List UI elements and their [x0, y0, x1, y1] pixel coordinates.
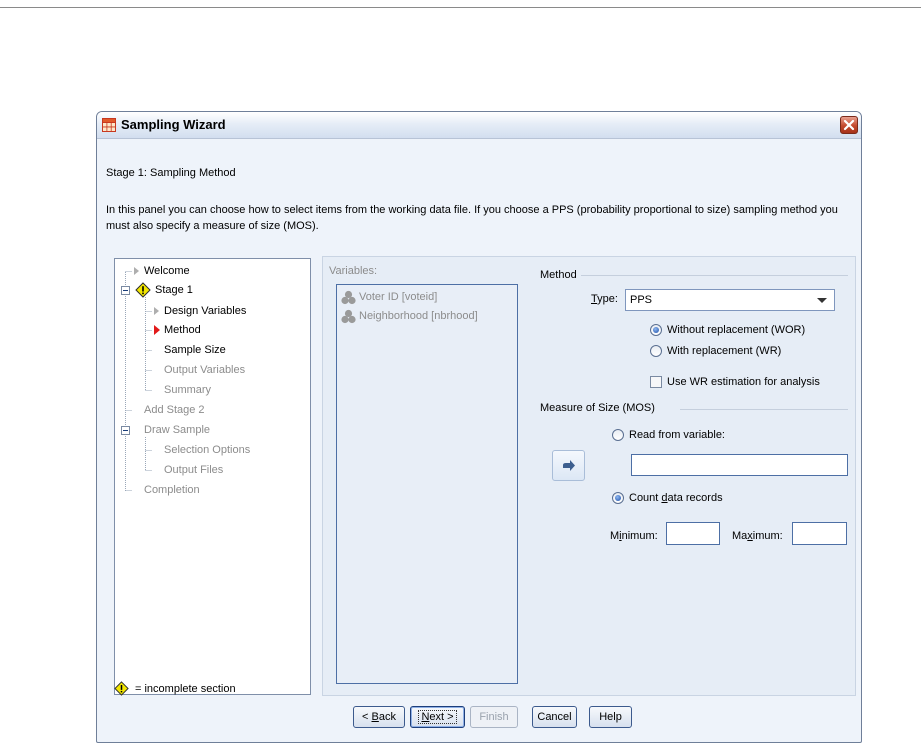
page-top-rule: [0, 7, 921, 8]
move-variable-button[interactable]: [552, 450, 585, 481]
collapse-draw-sample-icon[interactable]: [121, 426, 130, 435]
mos-group-divider: [680, 409, 848, 410]
mos-group-label: Measure of Size (MOS): [540, 402, 655, 414]
close-icon: [843, 119, 855, 131]
use-wr-estimation-checkbox[interactable]: [650, 376, 662, 388]
window-title: Sampling Wizard: [121, 117, 226, 132]
tree-item-sample-size[interactable]: Sample Size: [164, 344, 226, 356]
wizard-step-tree: Welcome Stage 1 Design Variables Method …: [114, 258, 311, 695]
tree-item-selection-options: Selection Options: [164, 444, 251, 456]
type-label: Type:: [591, 293, 618, 305]
nominal-variable-icon: [341, 290, 356, 305]
incomplete-warning-icon: [135, 282, 151, 298]
tree-item-draw-sample: Draw Sample: [144, 424, 211, 436]
tree-item-output-variables: Output Variables: [164, 364, 246, 376]
minimum-field[interactable]: [666, 522, 720, 545]
arrow-right-icon: [563, 460, 575, 471]
tree-item-output-files: Output Files: [164, 464, 224, 476]
type-dropdown[interactable]: PPS: [625, 289, 835, 311]
with-replacement-radio[interactable]: [650, 345, 662, 357]
close-button[interactable]: [840, 116, 858, 134]
current-step-arrow-icon: [154, 325, 160, 335]
tree-item-design-variables[interactable]: Design Variables: [164, 305, 246, 317]
back-button[interactable]: < Back: [353, 706, 405, 728]
tree-item-summary: Summary: [164, 384, 212, 396]
maximum-field[interactable]: [792, 522, 847, 545]
step-pending-arrow-icon: [154, 307, 159, 315]
read-from-variable-radio[interactable]: [612, 429, 624, 441]
chevron-down-icon: [817, 298, 827, 303]
type-selected-value: PPS: [630, 294, 653, 306]
collapse-stage1-icon[interactable]: [121, 286, 130, 295]
with-replacement-label[interactable]: With replacement (WR): [667, 345, 781, 357]
title-bar[interactable]: Sampling Wizard: [97, 112, 861, 139]
tree-item-method[interactable]: Method: [164, 324, 201, 336]
variables-label: Variables:: [329, 265, 378, 277]
tree-item-welcome[interactable]: Welcome: [144, 265, 190, 277]
help-button[interactable]: Help: [589, 706, 632, 728]
finish-button: Finish: [470, 706, 518, 728]
maximum-label: Maximum:: [732, 530, 783, 542]
tree-connector-lines: [125, 271, 152, 491]
legend-text: = incomplete section: [135, 683, 236, 695]
step-pending-arrow-icon: [134, 267, 139, 275]
read-from-variable-label[interactable]: Read from variable:: [629, 429, 725, 441]
tree-item-add-stage2: Add Stage 2: [144, 404, 205, 416]
count-data-records-radio[interactable]: [612, 492, 624, 504]
stage-title: Stage 1: Sampling Method: [106, 167, 236, 179]
stage-description: In this panel you can choose how to sele…: [106, 204, 838, 232]
cancel-button[interactable]: Cancel: [532, 706, 577, 728]
variables-list[interactable]: Voter ID [voteid] Neighborhood [nbrhood]: [336, 284, 518, 684]
without-replacement-label[interactable]: Without replacement (WOR): [667, 324, 805, 336]
use-wr-estimation-label[interactable]: Use WR estimation for analysis: [667, 376, 820, 388]
incomplete-warning-icon: [114, 681, 129, 696]
method-group-label: Method: [540, 269, 577, 281]
sampling-wizard-dialog: Sampling Wizard Stage 1: Sampling Method…: [96, 111, 862, 743]
app-grid-icon: [102, 118, 116, 132]
method-group-divider: [581, 275, 848, 276]
mos-variable-field[interactable]: [631, 454, 848, 476]
minimum-label: Minimum:: [610, 530, 658, 542]
next-button[interactable]: Next >: [410, 706, 465, 728]
tree-item-completion: Completion: [144, 484, 200, 496]
without-replacement-radio[interactable]: [650, 324, 662, 336]
tree-item-stage1[interactable]: Stage 1: [155, 284, 193, 296]
nominal-variable-icon: [341, 309, 356, 324]
count-data-records-label[interactable]: Count data records: [629, 492, 723, 504]
